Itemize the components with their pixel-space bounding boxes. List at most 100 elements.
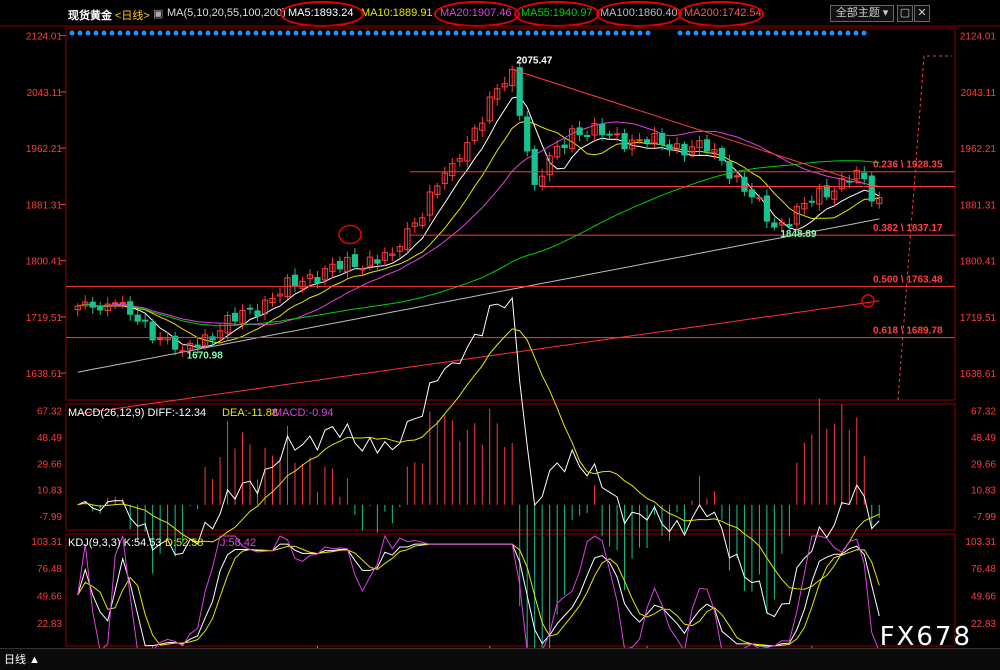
event-marker-dot (261, 30, 267, 36)
macd-tick-left: 67.32 (37, 407, 62, 418)
event-marker-dot (477, 30, 483, 36)
event-marker-dot (213, 30, 219, 36)
event-marker-dot (821, 30, 827, 36)
event-marker-dot (325, 30, 331, 36)
macd-tick-right: 48.49 (971, 433, 996, 444)
price-tick-right: 1638.61 (960, 369, 997, 380)
event-marker-dot (189, 30, 195, 36)
period-tab[interactable]: 日线 ▲ (4, 651, 40, 667)
candle-body (756, 197, 763, 200)
event-marker-dot (197, 30, 203, 36)
ma-line-ma10 (77, 120, 880, 344)
price-tick-right: 1800.41 (960, 257, 997, 268)
event-marker-dot (749, 30, 755, 36)
event-marker-dot (165, 30, 171, 36)
event-marker-dot (157, 30, 163, 36)
event-marker-dot (805, 30, 811, 36)
event-marker-dot (621, 30, 627, 36)
highlight-circle-ma200 (861, 294, 875, 308)
event-marker-dot (413, 30, 419, 36)
event-marker-dot (205, 30, 211, 36)
ma-line-ma55 (77, 160, 880, 327)
event-marker-dot (285, 30, 291, 36)
event-marker-dot (493, 30, 499, 36)
candle-body (583, 134, 591, 137)
candle-body (643, 139, 651, 144)
candle-body (142, 319, 149, 322)
event-marker-dot (453, 30, 459, 36)
candle-body (254, 310, 261, 317)
candle-body (119, 302, 126, 305)
event-marker-dot (757, 30, 763, 36)
macd-dea-value: DEA:-11.88 (222, 407, 278, 419)
candle-body (606, 133, 613, 136)
event-marker-dot (237, 30, 243, 36)
fib-level-label: 0.382 \ 1837.17 (873, 223, 943, 234)
price-tick-left: 1962.21 (26, 144, 63, 155)
macd-tick-left: 48.49 (37, 433, 62, 444)
event-marker-dot (581, 30, 587, 36)
event-marker-dot (557, 30, 563, 36)
candle-body (374, 259, 381, 264)
macd-tick-right: 10.83 (971, 486, 996, 497)
event-marker-dot (645, 30, 651, 36)
event-marker-dot (93, 30, 99, 36)
event-marker-dot (109, 30, 115, 36)
macd-label: MACD(26,12,9) DIFF:-12.34 (68, 407, 206, 419)
candle-body (846, 180, 853, 183)
event-marker-dot (685, 30, 691, 36)
price-tick-right: 1881.31 (960, 200, 997, 211)
event-marker-dot (365, 30, 371, 36)
kdj-tick-left: 103.31 (31, 537, 62, 548)
price-tick-left: 1638.61 (26, 369, 63, 380)
event-marker-dot (221, 30, 227, 36)
kdj-d-value: D:52.58 (165, 537, 204, 549)
event-marker-dot (445, 30, 451, 36)
event-marker-dot (373, 30, 379, 36)
candle-body (97, 306, 104, 311)
price-chart[interactable]: 0.236 \ 1928.35 0.382 \ 1837.17 0.500 \ 17… (0, 0, 1000, 648)
event-marker-dot (701, 30, 707, 36)
fib-level-label: 0.236 \ 1928.35 (873, 160, 943, 171)
event-marker-dot (597, 30, 603, 36)
event-marker-dot (565, 30, 571, 36)
event-marker-dot (85, 30, 91, 36)
pane-frame-0 (65, 27, 956, 401)
price-tick-left: 1881.31 (26, 200, 63, 211)
event-marker-dot (101, 30, 107, 36)
ma-line-ma5 (77, 95, 880, 348)
macd-tick-left: 10.83 (37, 486, 62, 497)
event-marker-dot (389, 30, 395, 36)
event-marker-dot (853, 30, 859, 36)
candle-body (561, 144, 568, 149)
event-marker-dot (133, 30, 139, 36)
event-marker-dot (789, 30, 795, 36)
candle-body (127, 301, 134, 315)
candle-body (179, 350, 186, 353)
kdj-tick-left: 22.83 (37, 619, 62, 630)
fib-level-label: 0.500 \ 1763.48 (873, 274, 943, 285)
candle-body (336, 260, 344, 270)
candle-body (636, 139, 643, 142)
candle-body (748, 189, 756, 198)
kdj-tick-right: 49.66 (971, 591, 996, 602)
candle-body (681, 143, 688, 156)
price-tick-right: 1719.51 (960, 313, 997, 324)
event-marker-dot (837, 30, 843, 36)
price-tick-left: 1800.41 (26, 257, 63, 268)
event-marker-dot (605, 30, 611, 36)
event-marker-dot (549, 30, 555, 36)
candle-body (733, 175, 741, 178)
candle-body (89, 301, 96, 308)
candle-body (531, 148, 538, 185)
event-marker-dot (469, 30, 475, 36)
event-marker-dot (125, 30, 131, 36)
candle-body (763, 195, 771, 222)
event-marker-dot (405, 30, 411, 36)
candle-body (172, 335, 179, 350)
event-marker-dot (517, 30, 523, 36)
event-marker-dot (829, 30, 835, 36)
event-marker-dot (533, 30, 539, 36)
candle-body (808, 200, 815, 203)
candle-body (598, 123, 606, 136)
